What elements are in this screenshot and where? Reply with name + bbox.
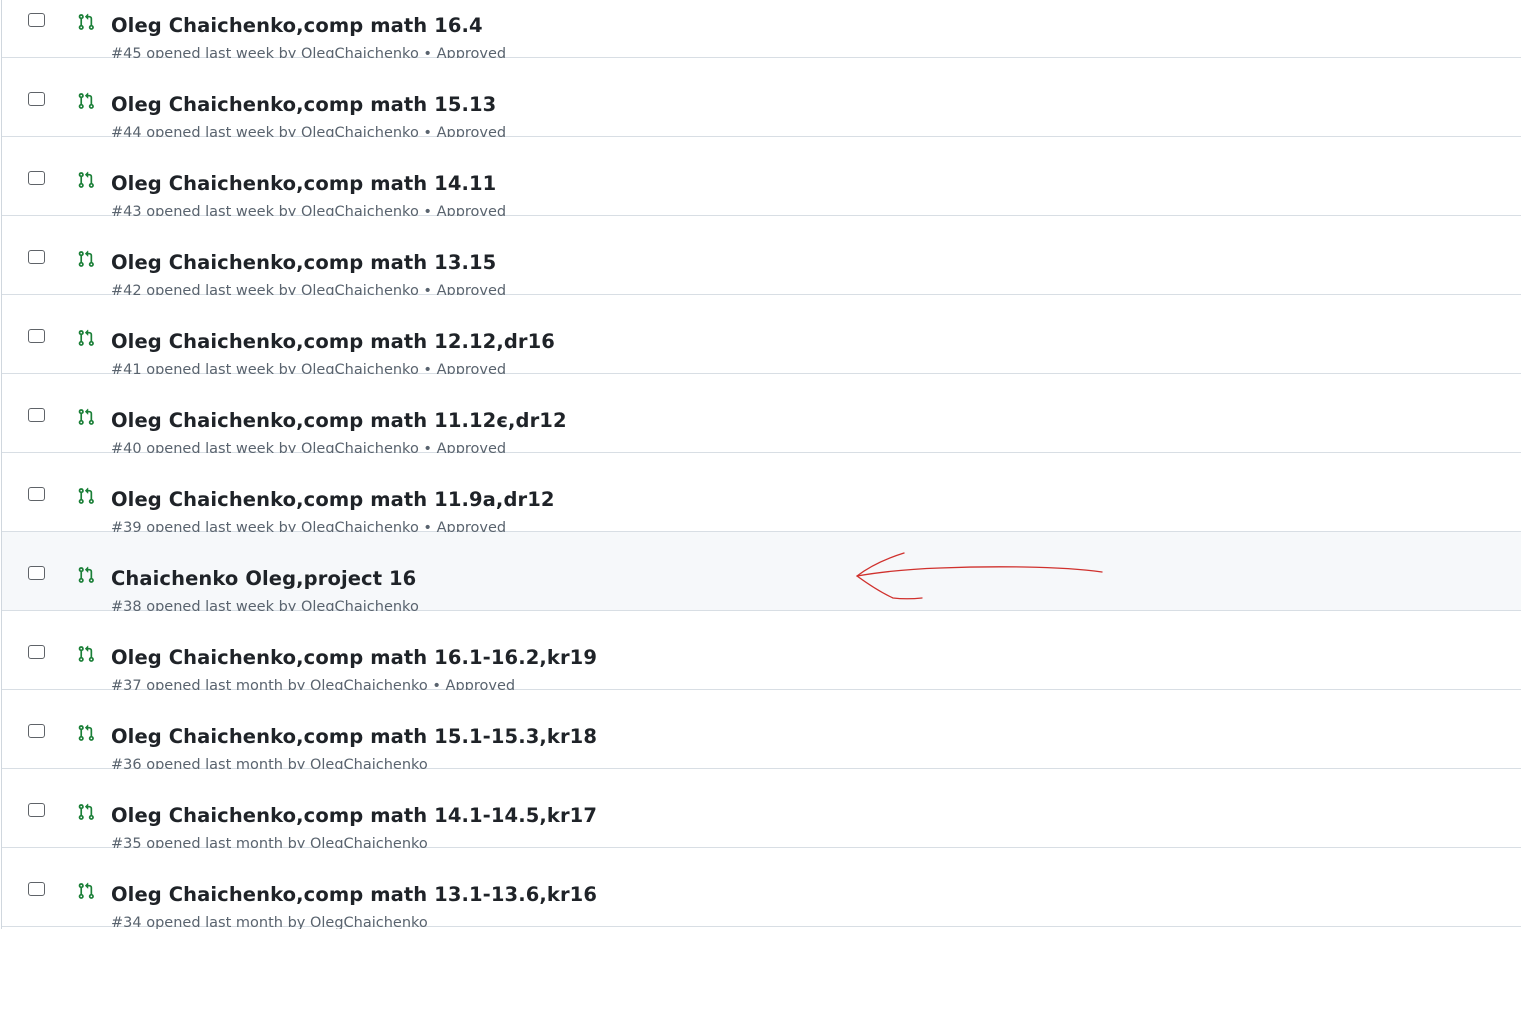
pull-request-list: Oleg Chaichenko,comp math 16.4 #45 opene… [1, 0, 1521, 929]
pr-select-checkbox[interactable] [28, 566, 45, 580]
pr-select-checkbox[interactable] [28, 171, 45, 185]
pr-row-41[interactable]: Oleg Chaichenko,comp math 12.12,dr16 #41… [2, 295, 1521, 378]
git-pull-request-icon [78, 250, 94, 267]
pr-title-link[interactable]: Oleg Chaichenko,comp math 14.1-14.5,kr17 [111, 804, 597, 827]
pr-row-39[interactable]: Oleg Chaichenko,comp math 11.9a,dr12 #39… [2, 453, 1521, 536]
pr-title-link[interactable]: Oleg Chaichenko,comp math 15.13 [111, 93, 496, 116]
pr-title-link[interactable]: Oleg Chaichenko,comp math 16.1-16.2,kr19 [111, 646, 597, 669]
pr-title-link[interactable]: Chaichenko Oleg,project 16 [111, 567, 416, 590]
pr-select-checkbox[interactable] [28, 329, 45, 343]
pr-title-link[interactable]: Oleg Chaichenko,comp math 13.15 [111, 251, 496, 274]
pr-row-44[interactable]: Oleg Chaichenko,comp math 15.13 #44 open… [2, 58, 1521, 141]
pr-title-link[interactable]: Oleg Chaichenko,comp math 12.12,dr16 [111, 330, 555, 353]
pr-select-checkbox[interactable] [28, 408, 45, 422]
pr-title-link[interactable]: Oleg Chaichenko,comp math 14.11 [111, 172, 496, 195]
git-pull-request-icon [78, 408, 94, 425]
git-pull-request-icon [78, 13, 94, 30]
pr-title-link[interactable]: Oleg Chaichenko,comp math 11.12є,dr12 [111, 409, 567, 432]
pr-row-36[interactable]: Oleg Chaichenko,comp math 15.1-15.3,kr18… [2, 690, 1521, 773]
pr-select-checkbox[interactable] [28, 724, 45, 738]
pr-row-34[interactable]: Oleg Chaichenko,comp math 13.1-13.6,kr16… [2, 848, 1521, 929]
git-pull-request-icon [78, 803, 94, 820]
git-pull-request-icon [78, 92, 94, 109]
git-pull-request-icon [78, 724, 94, 741]
pr-select-checkbox[interactable] [28, 882, 45, 896]
pr-title-link[interactable]: Oleg Chaichenko,comp math 15.1-15.3,kr18 [111, 725, 597, 748]
pr-row-35[interactable]: Oleg Chaichenko,comp math 14.1-14.5,kr17… [2, 769, 1521, 852]
pr-meta: #34 opened last month by OlegChaichenko [111, 915, 428, 929]
pr-title-link[interactable]: Oleg Chaichenko,comp math 16.4 [111, 14, 483, 37]
pr-title-link[interactable]: Oleg Chaichenko,comp math 11.9a,dr12 [111, 488, 555, 511]
pr-title-link[interactable]: Oleg Chaichenko,comp math 13.1-13.6,kr16 [111, 883, 597, 906]
git-pull-request-icon [78, 487, 94, 504]
pr-select-checkbox[interactable] [28, 92, 45, 106]
git-pull-request-icon [78, 882, 94, 899]
pr-row-38[interactable]: Chaichenko Oleg,project 16 #38 opened la… [2, 532, 1521, 615]
pr-select-checkbox[interactable] [28, 13, 45, 27]
pr-select-checkbox[interactable] [28, 250, 45, 264]
pr-select-checkbox[interactable] [28, 487, 45, 501]
pr-row-42[interactable]: Oleg Chaichenko,comp math 13.15 #42 open… [2, 216, 1521, 299]
git-pull-request-icon [78, 566, 94, 583]
git-pull-request-icon [78, 645, 94, 662]
pr-select-checkbox[interactable] [28, 645, 45, 659]
pr-select-checkbox[interactable] [28, 803, 45, 817]
pr-row-37[interactable]: Oleg Chaichenko,comp math 16.1-16.2,kr19… [2, 611, 1521, 694]
git-pull-request-icon [78, 171, 94, 188]
pr-row-40[interactable]: Oleg Chaichenko,comp math 11.12є,dr12 #4… [2, 374, 1521, 457]
pr-row-45[interactable]: Oleg Chaichenko,comp math 16.4 #45 opene… [2, 0, 1521, 62]
git-pull-request-icon [78, 329, 94, 346]
pr-row-43[interactable]: Oleg Chaichenko,comp math 14.11 #43 open… [2, 137, 1521, 220]
